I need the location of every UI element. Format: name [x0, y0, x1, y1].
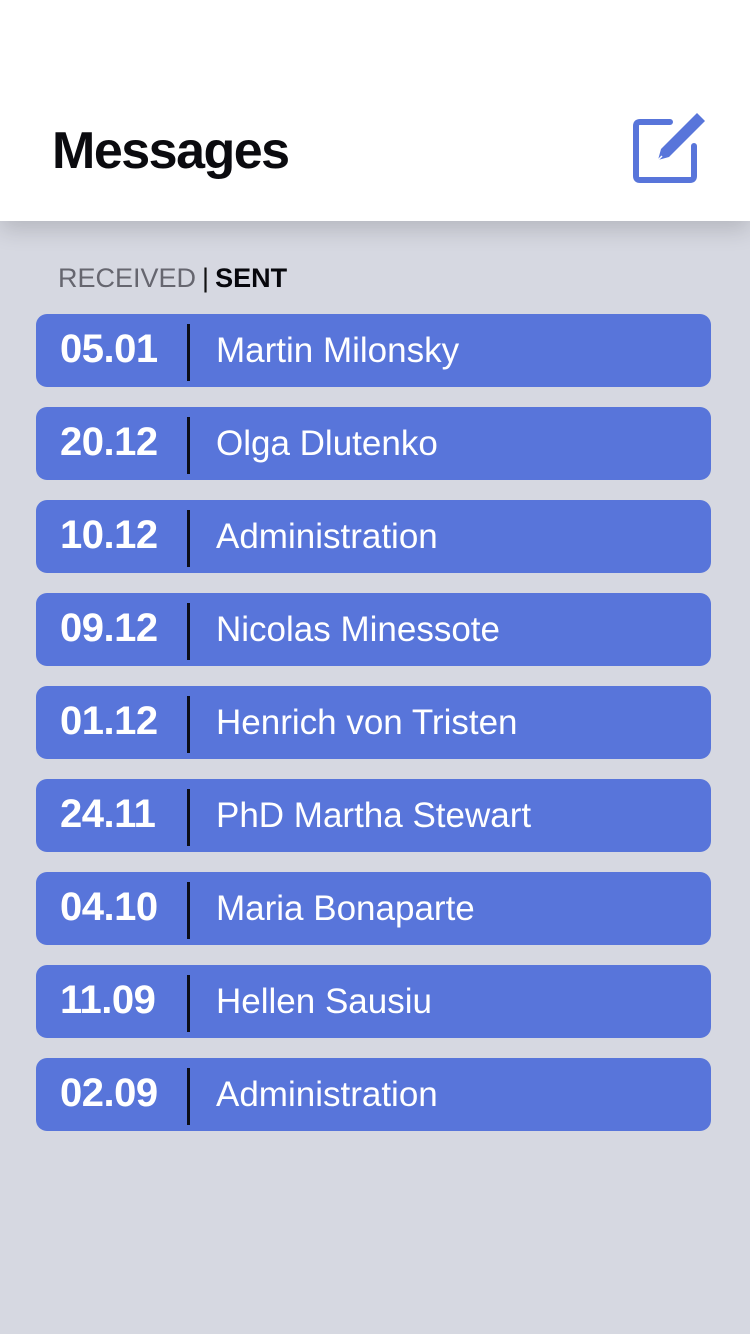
message-row[interactable]: 20.12 Olga Dlutenko — [36, 407, 711, 480]
tab-divider: | — [202, 263, 210, 293]
message-list: 05.01 Martin Milonsky 20.12 Olga Dlutenk… — [36, 314, 711, 1151]
message-divider — [187, 417, 190, 474]
message-divider — [187, 696, 190, 753]
message-sender: Administration — [216, 517, 438, 556]
message-sender: Administration — [216, 1075, 438, 1114]
compose-edit-icon — [633, 113, 705, 183]
message-divider — [187, 324, 190, 381]
tab-received[interactable]: RECEIVED — [58, 263, 196, 293]
message-row[interactable]: 05.01 Martin Milonsky — [36, 314, 711, 387]
message-date: 01.12 — [60, 699, 158, 743]
message-date: 04.10 — [60, 885, 158, 929]
message-row[interactable]: 10.12 Administration — [36, 500, 711, 573]
message-divider — [187, 603, 190, 660]
message-date: 11.09 — [60, 978, 156, 1022]
message-sender: Nicolas Minessote — [216, 610, 500, 649]
message-date: 05.01 — [60, 327, 158, 371]
message-row[interactable]: 01.12 Henrich von Tristen — [36, 686, 711, 759]
message-sender: Hellen Sausiu — [216, 982, 432, 1021]
message-row[interactable]: 04.10 Maria Bonaparte — [36, 872, 711, 945]
compose-button[interactable] — [628, 108, 708, 188]
message-date: 24.11 — [60, 792, 156, 836]
message-divider — [187, 975, 190, 1032]
message-date: 09.12 — [60, 606, 158, 650]
message-sender: PhD Martha Stewart — [216, 796, 532, 835]
message-divider — [187, 510, 190, 567]
message-sender: Henrich von Tristen — [216, 703, 518, 742]
page-title: Messages — [52, 122, 290, 180]
message-divider — [187, 1068, 190, 1125]
app-header: Messages — [0, 0, 750, 221]
message-date: 10.12 — [60, 513, 158, 557]
message-row[interactable]: 11.09 Hellen Sausiu — [36, 965, 711, 1038]
tab-sent[interactable]: SENT — [215, 263, 287, 293]
message-tabs: RECEIVED | SENT — [58, 260, 287, 296]
message-date: 20.12 — [60, 420, 158, 464]
message-row[interactable]: 02.09 Administration — [36, 1058, 711, 1131]
message-row[interactable]: 09.12 Nicolas Minessote — [36, 593, 711, 666]
message-divider — [187, 882, 190, 939]
message-sender: Olga Dlutenko — [216, 424, 438, 463]
message-divider — [187, 789, 190, 846]
message-sender: Martin Milonsky — [216, 331, 460, 370]
message-row[interactable]: 24.11 PhD Martha Stewart — [36, 779, 711, 852]
message-sender: Maria Bonaparte — [216, 889, 475, 928]
message-date: 02.09 — [60, 1071, 158, 1115]
